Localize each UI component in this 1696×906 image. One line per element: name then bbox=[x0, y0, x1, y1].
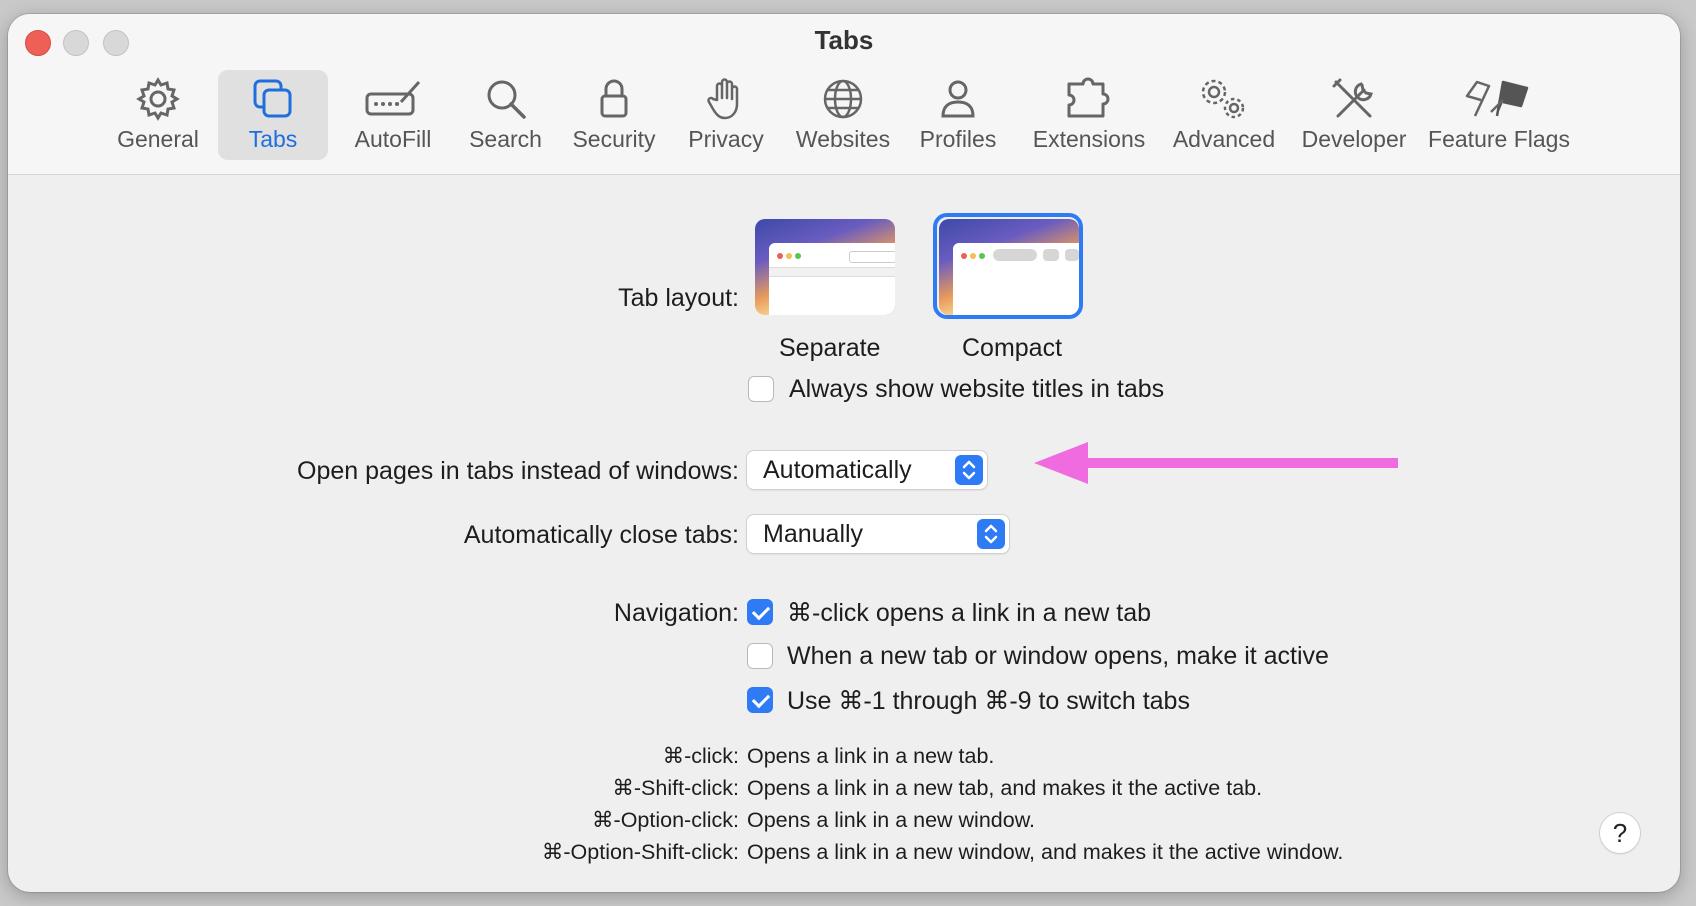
open-pages-label: Open pages in tabs instead of windows: bbox=[297, 457, 739, 485]
cmd-number-switch-checkbox[interactable] bbox=[747, 687, 773, 713]
toolbar-label: Profiles bbox=[919, 126, 997, 152]
toolbar-websites[interactable]: Websites bbox=[788, 70, 898, 160]
toolbar-label: Privacy bbox=[688, 126, 764, 152]
tabs-icon bbox=[253, 79, 292, 118]
toolbar-autofill[interactable]: AutoFill bbox=[338, 70, 448, 160]
toolbar-label: Security bbox=[572, 126, 656, 152]
chevron-updown-icon bbox=[962, 460, 976, 480]
toolbar-profiles[interactable]: Profiles bbox=[908, 70, 1008, 160]
toolbar-search[interactable]: Search bbox=[458, 70, 553, 160]
toolbar-label: Advanced bbox=[1172, 126, 1276, 152]
popup-stepper bbox=[955, 455, 983, 485]
auto-close-value: Manually bbox=[763, 520, 864, 548]
make-active-checkbox[interactable] bbox=[747, 643, 773, 669]
shortcut-desc: Opens a link in a new tab. bbox=[747, 744, 995, 768]
shortcut-desc: Opens a link in a new window, and makes … bbox=[747, 840, 1344, 864]
gear-icon bbox=[136, 77, 180, 121]
toolbar-label: Extensions bbox=[1032, 126, 1146, 152]
navigation-label: Navigation: bbox=[613, 599, 739, 627]
auto-close-label: Automatically close tabs: bbox=[463, 521, 739, 549]
lock-icon bbox=[600, 79, 628, 118]
globe-icon bbox=[823, 79, 863, 119]
preferences-window: Tabs General Tabs AutoFill Search Securi… bbox=[8, 14, 1680, 892]
person-icon bbox=[941, 80, 975, 118]
toolbar-feature-flags[interactable]: Feature Flags bbox=[1424, 70, 1574, 160]
toolbar-tabs[interactable]: Tabs bbox=[218, 70, 328, 160]
cmd-click-new-tab-label: ⌘-click opens a link in a new tab bbox=[787, 599, 1152, 627]
compact-label: Compact bbox=[962, 334, 1063, 362]
pencil-field-icon bbox=[365, 80, 421, 116]
always-show-titles-checkbox[interactable] bbox=[748, 376, 774, 402]
hand-icon bbox=[707, 78, 739, 120]
make-active-label: When a new tab or window opens, make it … bbox=[787, 642, 1329, 670]
always-show-titles-label: Always show website titles in tabs bbox=[789, 375, 1165, 403]
chevron-updown-icon bbox=[984, 524, 998, 544]
shortcut-key: ⌘-Option-click: bbox=[592, 808, 739, 832]
separate-layout-thumbnail[interactable] bbox=[755, 219, 895, 315]
gears-icon bbox=[1201, 79, 1245, 119]
tab-layout-label: Tab layout: bbox=[618, 284, 739, 312]
toolbar-advanced[interactable]: Advanced bbox=[1164, 70, 1284, 160]
cmd-click-new-tab-checkbox[interactable] bbox=[747, 599, 773, 625]
puzzle-icon bbox=[1067, 77, 1110, 118]
toolbar-label: Websites bbox=[795, 126, 891, 152]
compact-layout-thumbnail[interactable] bbox=[939, 219, 1079, 315]
toolbar-label: Search bbox=[469, 126, 542, 152]
flags-icon bbox=[1465, 80, 1529, 117]
shortcut-key: ⌘-Shift-click: bbox=[612, 776, 739, 800]
open-pages-popup[interactable]: Automatically bbox=[747, 451, 987, 489]
toolbar-label: Developer bbox=[1301, 126, 1407, 152]
cmd-number-switch-label: Use ⌘-1 through ⌘-9 to switch tabs bbox=[787, 687, 1190, 715]
tools-icon bbox=[1332, 78, 1373, 118]
toolbar-label: General bbox=[117, 126, 199, 152]
shortcut-desc: Opens a link in a new tab, and makes it … bbox=[747, 776, 1263, 800]
toolbar-security[interactable]: Security bbox=[564, 70, 664, 160]
toolbar-label: AutoFill bbox=[354, 126, 432, 152]
window-title: Tabs bbox=[814, 25, 874, 55]
shortcut-key: ⌘-Option-Shift-click: bbox=[541, 840, 739, 864]
toolbar-label: Tabs bbox=[248, 126, 298, 152]
open-pages-value: Automatically bbox=[763, 456, 912, 484]
annotation-arrow bbox=[1034, 442, 1398, 484]
toolbar-label: Feature Flags bbox=[1428, 126, 1570, 152]
magnifier-icon bbox=[487, 80, 526, 119]
toolbar-extensions[interactable]: Extensions bbox=[1024, 70, 1154, 160]
help-button[interactable]: ? bbox=[1600, 813, 1640, 853]
shortcut-key: ⌘-click: bbox=[662, 744, 739, 768]
separate-label: Separate bbox=[779, 334, 881, 362]
auto-close-popup[interactable]: Manually bbox=[747, 515, 1009, 553]
toolbar-general[interactable]: General bbox=[108, 70, 208, 160]
shortcut-desc: Opens a link in a new window. bbox=[747, 808, 1036, 832]
popup-stepper bbox=[977, 519, 1005, 549]
toolbar-privacy[interactable]: Privacy bbox=[676, 70, 776, 160]
toolbar-developer[interactable]: Developer bbox=[1294, 70, 1414, 160]
titlebar: Tabs General Tabs AutoFill Search Securi… bbox=[8, 14, 1680, 175]
